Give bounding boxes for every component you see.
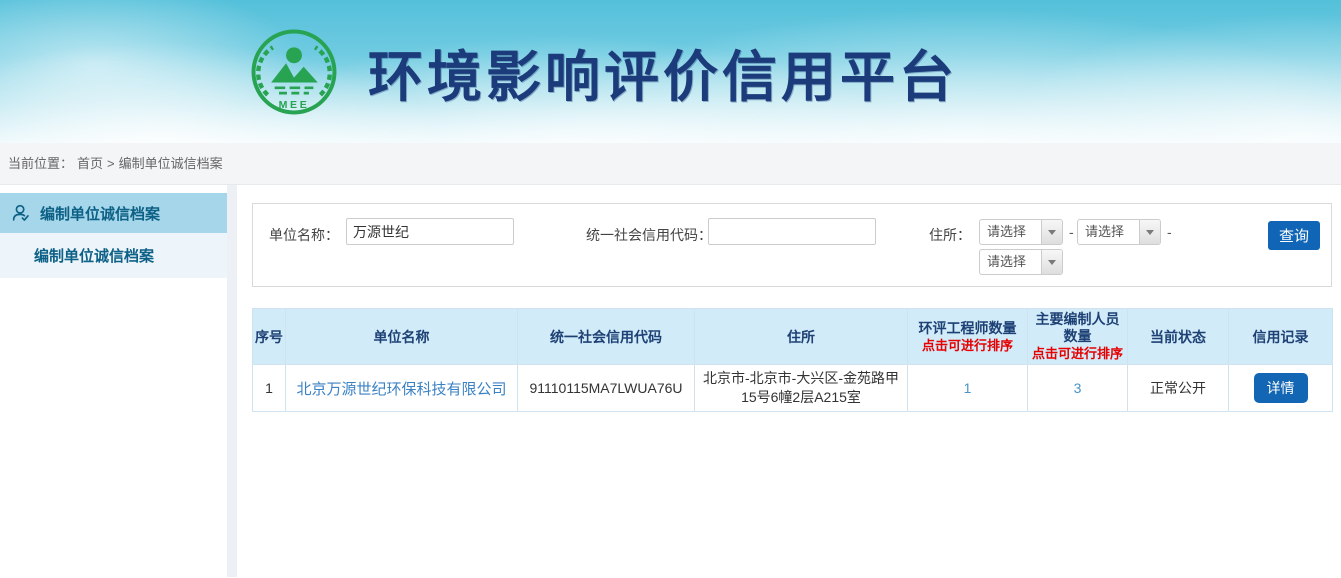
sidebar-section-label: 编制单位诚信档案 [40, 203, 160, 224]
results-table: 序号 单位名称 统一社会信用代码 住所 环评工程师数量 点击可进行排序 主要编制… [252, 308, 1333, 412]
query-button[interactable]: 查询 [1268, 221, 1320, 250]
company-name-label: 单位名称： [269, 225, 339, 245]
province-select[interactable]: 请选择 [979, 219, 1063, 245]
sidebar-item-credit-archive[interactable]: 编制单位诚信档案 [0, 233, 227, 278]
city-select[interactable]: 请选择 [1077, 219, 1161, 245]
search-panel: 单位名称： 统一社会信用代码： 住所： 请选择 - 请选择 - 请选择 [252, 203, 1332, 287]
content-area: 编制单位诚信档案 编制单位诚信档案 单位名称： 统一社会信用代码： 住所： 请选… [0, 185, 1341, 577]
table-row: 1 北京万源世纪环保科技有限公司 91110115MA7LWUA76U 北京市-… [253, 365, 1333, 412]
company-name-input[interactable] [346, 218, 514, 245]
breadcrumb-current: 编制单位诚信档案 [119, 156, 223, 171]
city-select-button[interactable] [1139, 220, 1160, 244]
cell-address: 北京市-北京市-大兴区-金苑路甲15号6幢2层A215室 [695, 365, 908, 412]
chevron-down-icon [1048, 230, 1056, 235]
cell-index: 1 [253, 365, 286, 412]
breadcrumb: 当前位置： 首页 > 编制单位诚信档案 [0, 143, 1341, 185]
column-header-engineer-count[interactable]: 环评工程师数量 点击可进行排序 [908, 309, 1028, 365]
credit-code-label: 统一社会信用代码： [586, 225, 712, 245]
brand-area: MEE 环境影响评价信用平台 [0, 0, 1341, 143]
city-select-value: 请选择 [1078, 220, 1139, 244]
chevron-down-icon [1048, 260, 1056, 265]
detail-button[interactable]: 详情 [1254, 373, 1308, 403]
column-header-address: 住所 [695, 309, 908, 365]
staff-count-link[interactable]: 3 [1074, 380, 1082, 396]
district-select-value: 请选择 [980, 250, 1041, 274]
column-header-credit-code: 统一社会信用代码 [518, 309, 695, 365]
user-check-icon [10, 202, 32, 224]
address-dash-2: - [1167, 224, 1172, 240]
column-header-status: 当前状态 [1128, 309, 1229, 365]
district-select-button[interactable] [1041, 250, 1062, 274]
column-header-company: 单位名称 [286, 309, 518, 365]
sidebar-item-label: 编制单位诚信档案 [34, 245, 154, 266]
svg-text:MEE: MEE [279, 99, 310, 111]
sidebar-divider [227, 185, 237, 577]
column-header-staff-count-label: 主要编制人员数量 [1029, 311, 1126, 345]
breadcrumb-home-link[interactable]: 首页 [77, 156, 103, 171]
site-banner: MEE 环境影响评价信用平台 [0, 0, 1341, 143]
cell-status: 正常公开 [1128, 365, 1229, 412]
chevron-down-icon [1146, 230, 1154, 235]
main-panel: 单位名称： 统一社会信用代码： 住所： 请选择 - 请选择 - 请选择 [237, 185, 1341, 577]
address-label: 住所： [929, 225, 971, 245]
column-header-index: 序号 [253, 309, 286, 365]
breadcrumb-separator: > [107, 156, 115, 171]
district-select[interactable]: 请选择 [979, 249, 1063, 275]
province-select-value: 请选择 [980, 220, 1041, 244]
mee-logo-icon: MEE [250, 28, 338, 116]
sort-hint: 点击可进行排序 [909, 337, 1026, 354]
column-header-engineer-count-label: 环评工程师数量 [909, 320, 1026, 337]
sort-hint: 点击可进行排序 [1029, 345, 1126, 362]
breadcrumb-label: 当前位置： [8, 156, 73, 171]
page-title: 环境影响评价信用平台 [368, 32, 958, 112]
credit-code-input[interactable] [708, 218, 876, 245]
table-header-row: 序号 单位名称 统一社会信用代码 住所 环评工程师数量 点击可进行排序 主要编制… [253, 309, 1333, 365]
address-dash-1: - [1069, 224, 1074, 240]
sidebar-section-credit-archive[interactable]: 编制单位诚信档案 [0, 193, 227, 233]
column-header-staff-count[interactable]: 主要编制人员数量 点击可进行排序 [1028, 309, 1128, 365]
company-link[interactable]: 北京万源世纪环保科技有限公司 [296, 381, 506, 398]
cell-credit-code: 91110115MA7LWUA76U [518, 365, 695, 412]
province-select-button[interactable] [1041, 220, 1062, 244]
engineer-count-link[interactable]: 1 [964, 380, 972, 396]
column-header-credit-record: 信用记录 [1229, 309, 1333, 365]
sidebar: 编制单位诚信档案 编制单位诚信档案 [0, 185, 227, 577]
